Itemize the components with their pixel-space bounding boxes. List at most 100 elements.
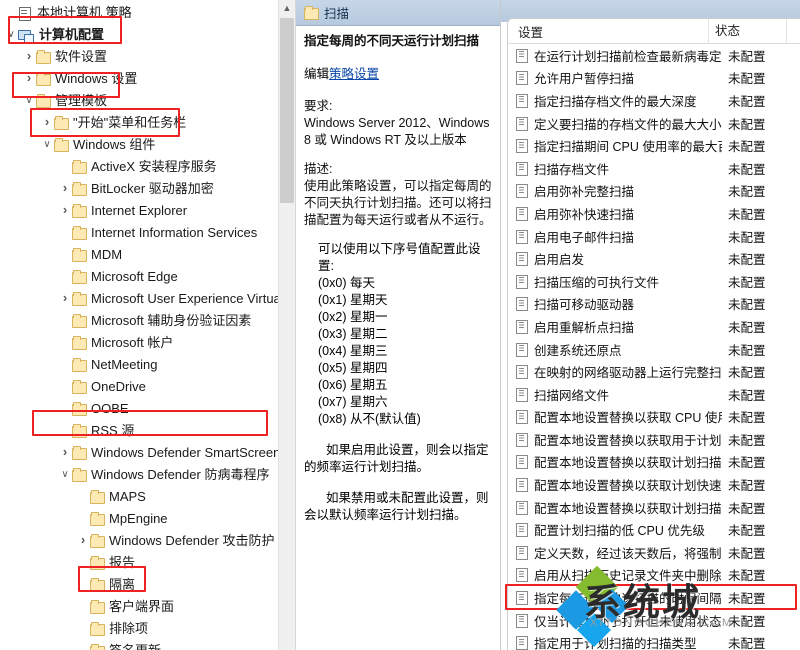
tree-item[interactable]: 管理模板 [0,90,295,112]
settings-row[interactable]: 启用电子邮件扫描 未配置 [508,225,800,248]
tree-item[interactable]: Windows 组件 [0,134,295,156]
tree-item[interactable]: Windows Defender 攻击防护 [0,530,295,552]
column-header-state[interactable]: 状态 [708,19,786,43]
settings-row[interactable]: 定义要扫描的存档文件的最大大小。 未配置 [508,112,800,135]
tree-item[interactable]: OneDrive [0,376,295,398]
settings-row[interactable]: 配置本地设置替换以获取计划扫描日... 未配置 [508,451,800,474]
settings-row[interactable]: 指定扫描存档文件的最大深度 未配置 [508,89,800,112]
tree-item-label: Windows Defender 防病毒程序 [91,467,270,482]
settings-row[interactable]: 创建系统还原点 未配置 [508,338,800,361]
enum-value-item: (0x0) 每天 [318,276,375,290]
policy-setting-icon [516,455,528,470]
tree-item[interactable]: Internet Information Services [0,222,295,244]
settings-row[interactable]: 启用启发 未配置 [508,247,800,270]
tree-item[interactable]: Internet Explorer [0,200,295,222]
settings-row[interactable]: 配置本地设置替换以获取用于计划扫... 未配置 [508,428,800,451]
settings-row[interactable]: 启用弥补快速扫描 未配置 [508,202,800,225]
tree-item[interactable]: 签名更新 [0,640,295,650]
settings-row[interactable]: 仅当计算机处于打开但未使用状态才... 未配置 [508,609,800,632]
settings-row[interactable]: 在运行计划扫描前检查最新病毒定义... 未配置 [508,44,800,67]
policy-setting-icon [516,93,528,108]
tree-item[interactable]: NetMeeting [0,354,295,376]
settings-row[interactable]: 配置本地设置替换以获取计划扫描时... 未配置 [508,496,800,519]
tree-item-label: NetMeeting [91,357,158,372]
settings-row[interactable]: 配置计划扫描的低 CPU 优先级 未配置 [508,518,800,541]
edit-prefix-label: 编辑 [304,67,330,81]
tree-item[interactable]: BitLocker 驱动器加密 [0,178,295,200]
tree-item-label: MDM [91,247,123,262]
tree-item[interactable]: Microsoft User Experience Virtuali [0,288,295,310]
chevron-down-icon[interactable] [4,24,18,46]
tree-item[interactable]: OOBE [0,398,295,420]
tree-item-label: Windows 设置 [55,71,138,86]
settings-row[interactable]: 允许用户暂停扫描 未配置 [508,67,800,90]
scroll-up-arrow[interactable]: ▲ [279,0,295,17]
settings-row-state: 未配置 [728,524,766,539]
settings-row[interactable]: 指定扫描期间 CPU 使用率的最大百... 未配置 [508,134,800,157]
settings-row-name: 启用从扫描历史记录文件夹中删除项 [534,569,722,584]
tree-item[interactable]: MpEngine [0,508,295,530]
tree-item[interactable]: Windows Defender 防病毒程序 [0,464,295,486]
settings-row-name: 扫描存档文件 [534,162,610,177]
settings-row[interactable]: 扫描存档文件 未配置 [508,157,800,180]
settings-rows[interactable]: 在运行计划扫描前检查最新病毒定义...未配置允许用户暂停扫描未配置指定扫描存档文… [508,44,800,650]
tree-item[interactable]: MAPS [0,486,295,508]
tree-item[interactable]: Microsoft 帐户 [0,332,295,354]
settings-row-name: 配置本地设置替换以获取计划扫描时... [534,501,722,516]
settings-row[interactable]: 定义天数，经过该天数后，将强制执... 未配置 [508,541,800,564]
tree-item[interactable]: 软件设置 [0,46,295,68]
tree-scrollbar[interactable]: ▲ [278,0,295,650]
policy-setting-icon [516,342,528,357]
chevron-right-icon[interactable] [22,45,36,69]
settings-row[interactable]: 扫描可移动驱动器 未配置 [508,293,800,316]
chevron-right-icon[interactable] [58,441,72,465]
settings-row-state: 未配置 [728,614,766,629]
tree-item[interactable]: 本地计算机 策略 [0,2,295,24]
column-header-setting[interactable]: 设置 [508,22,708,41]
chevron-right-icon[interactable] [58,199,72,223]
edit-policy-setting-link[interactable]: 策略设置 [329,67,379,81]
tree-item-label: Microsoft Edge [91,269,178,284]
settings-row[interactable]: 配置本地设置替换以获取计划快速扫... 未配置 [508,473,800,496]
tree-item[interactable]: "开始"菜单和任务栏 [0,112,295,134]
tree-item[interactable]: MDM [0,244,295,266]
tree-scrollbar-thumb[interactable] [280,18,294,203]
folder-icon [304,5,319,20]
settings-row-state: 未配置 [728,185,766,200]
settings-row-name: 创建系统还原点 [534,343,622,358]
tree-item[interactable]: 计算机配置 [0,24,295,46]
tree-item[interactable]: ActiveX 安装程序服务 [0,156,295,178]
settings-row[interactable]: 配置本地设置替换以获取 CPU 使用... 未配置 [508,406,800,429]
tree-item[interactable]: 报告 [0,552,295,574]
chevron-right-icon[interactable] [58,287,72,311]
settings-row[interactable]: 指定用于计划扫描的扫描类型 未配置 [508,631,800,650]
chevron-right-icon[interactable] [40,111,54,135]
chevron-right-icon[interactable] [76,529,90,553]
settings-row[interactable]: 在映射的网络驱动器上运行完整扫描 未配置 [508,360,800,383]
tree-item-label: ActiveX 安装程序服务 [91,159,217,174]
chevron-right-icon[interactable] [22,67,36,91]
settings-row[interactable]: 指定每天运行快速扫描的时间间隔 未配置 [508,586,800,609]
policy-tree[interactable]: 本地计算机 策略计算机配置软件设置 Windows 设置管理模板 "开始"菜单和任务… [0,0,295,650]
tree-item[interactable]: Microsoft Edge [0,266,295,288]
settings-row[interactable]: 扫描网络文件 未配置 [508,383,800,406]
chevron-down-icon[interactable] [22,90,36,112]
chevron-right-icon[interactable] [58,177,72,201]
folder-icon [72,424,87,438]
tree-item[interactable]: Windows Defender SmartScreen [0,442,295,464]
settings-row[interactable]: 扫描压缩的可执行文件 未配置 [508,270,800,293]
chevron-down-icon[interactable] [58,464,72,486]
settings-row[interactable]: 启用弥补完整扫描 未配置 [508,180,800,203]
tree-item[interactable]: RSS 源 [0,420,295,442]
tree-item[interactable]: 隔离 [0,574,295,596]
tree-item[interactable]: 客户端界面 [0,596,295,618]
folder-icon [90,600,105,614]
settings-row[interactable]: 启用重解析点扫描 未配置 [508,315,800,338]
folder-icon [54,138,69,152]
tree-item[interactable]: Microsoft 辅助身份验证因素 [0,310,295,332]
settings-row[interactable]: 启用从扫描历史记录文件夹中删除项 未配置 [508,564,800,587]
policy-setting-icon [516,297,528,312]
tree-item[interactable]: 排除项 [0,618,295,640]
tree-item[interactable]: Windows 设置 [0,68,295,90]
chevron-down-icon[interactable] [40,134,54,156]
